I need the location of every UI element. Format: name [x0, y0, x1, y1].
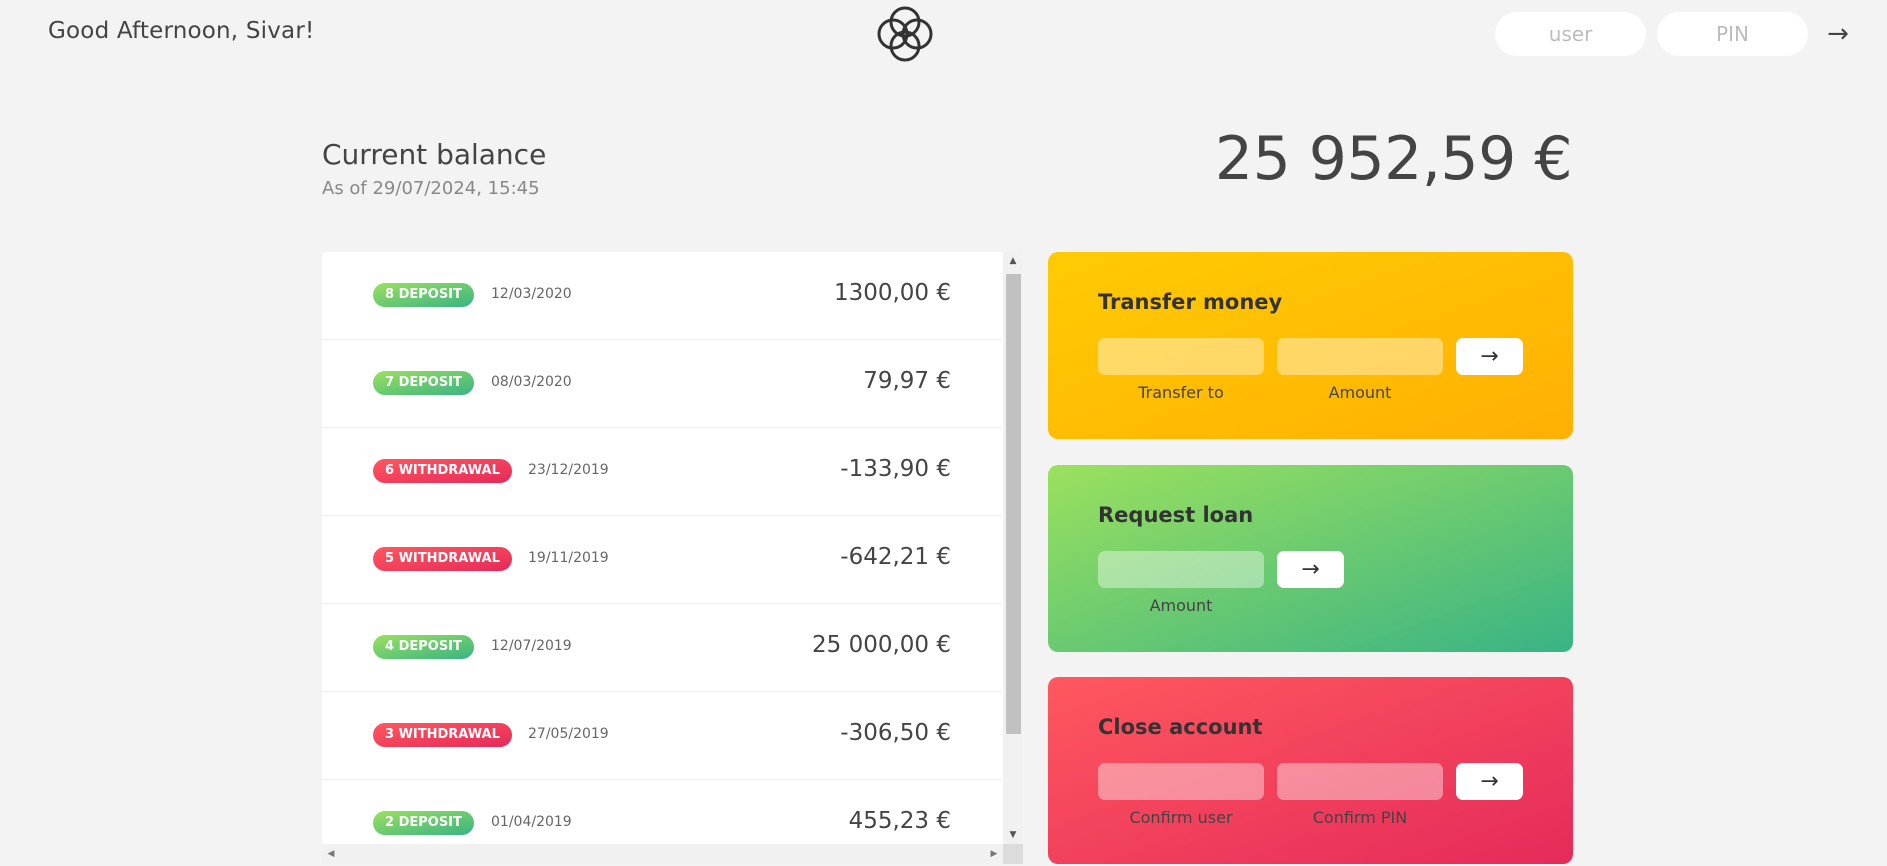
loan-operation: Request loan → Amount	[1048, 465, 1573, 652]
scroll-up-arrow-icon[interactable]: ▲	[1003, 252, 1023, 270]
scroll-left-arrow-icon[interactable]: ◀	[322, 844, 340, 864]
movements-scroll-area[interactable]: 8 DEPOSIT 12/03/2020 1300,00 € 7 DEPOSIT 08/…	[322, 252, 1002, 845]
movement-row: 7 DEPOSIT 08/03/2020 79,97 €	[322, 340, 1002, 428]
transfer-amount-input[interactable]	[1277, 338, 1443, 375]
top-nav: Good Afternoon, Sivar! →	[0, 0, 1887, 70]
movement-row: 6 WITHDRAWAL 23/12/2019 -133,90 €	[322, 428, 1002, 516]
movement-date: 12/03/2020	[491, 286, 572, 302]
close-account-operation: Close account → Confirm user Confirm PIN	[1048, 677, 1573, 864]
close-submit-button[interactable]: →	[1456, 763, 1523, 800]
movement-value: 79,97 €	[863, 368, 951, 394]
movement-type-badge: 7 DEPOSIT	[373, 371, 474, 395]
movements-list[interactable]: 8 DEPOSIT 12/03/2020 1300,00 € 7 DEPOSIT 08/…	[322, 252, 1023, 864]
movement-type-badge: 4 DEPOSIT	[373, 635, 474, 659]
login-button[interactable]: →	[1818, 14, 1858, 54]
movement-date: 27/05/2019	[528, 726, 609, 742]
transfer-title: Transfer money	[1098, 290, 1283, 314]
movement-type-badge: 6 WITHDRAWAL	[373, 459, 512, 483]
login-user-input[interactable]	[1495, 12, 1646, 56]
movement-row: 4 DEPOSIT 12/07/2019 25 000,00 €	[322, 604, 1002, 692]
scrollbar-corner	[1003, 844, 1023, 864]
logo-icon	[877, 6, 933, 62]
close-account-title: Close account	[1098, 715, 1263, 739]
scroll-right-arrow-icon[interactable]: ▶	[985, 844, 1003, 864]
vertical-scroll-thumb[interactable]	[1006, 274, 1021, 734]
movement-row: 8 DEPOSIT 12/03/2020 1300,00 €	[322, 252, 1002, 340]
movement-type-badge: 2 DEPOSIT	[373, 811, 474, 835]
close-user-label: Confirm user	[1129, 808, 1233, 827]
loan-title: Request loan	[1098, 503, 1254, 527]
movement-type-badge: 3 WITHDRAWAL	[373, 723, 512, 747]
movement-value: 455,23 €	[848, 808, 951, 834]
movement-value: 1300,00 €	[833, 280, 951, 306]
movement-type-badge: 5 WITHDRAWAL	[373, 547, 512, 571]
loan-amount-input[interactable]	[1098, 551, 1264, 588]
close-pin-label: Confirm PIN	[1312, 808, 1408, 827]
movement-value: -642,21 €	[840, 544, 951, 570]
movement-date: 12/07/2019	[491, 638, 572, 654]
close-pin-input[interactable]	[1277, 763, 1443, 800]
movement-row: 5 WITHDRAWAL 19/11/2019 -642,21 €	[322, 516, 1002, 604]
transfer-to-label: Transfer to	[1138, 383, 1224, 402]
movement-value: -133,90 €	[840, 456, 951, 482]
horizontal-scrollbar[interactable]: ◀ ▶	[322, 844, 1003, 864]
transfer-operation: Transfer money → Transfer to Amount	[1048, 252, 1573, 439]
balance-date: As of 29/07/2024, 15:45	[322, 178, 540, 199]
welcome-message: Good Afternoon, Sivar!	[48, 18, 315, 44]
movement-date: 19/11/2019	[528, 550, 609, 566]
balance-label: Current balance	[322, 138, 547, 171]
movement-value: 25 000,00 €	[812, 632, 951, 658]
balance-value: 25 952,59 €	[1214, 124, 1573, 194]
transfer-to-input[interactable]	[1098, 338, 1264, 375]
transfer-submit-button[interactable]: →	[1456, 338, 1523, 375]
scroll-down-arrow-icon[interactable]: ▼	[1003, 826, 1023, 844]
movement-row: 3 WITHDRAWAL 27/05/2019 -306,50 €	[322, 692, 1002, 780]
movement-date: 01/04/2019	[491, 814, 572, 830]
movement-date: 08/03/2020	[491, 374, 572, 390]
loan-submit-button[interactable]: →	[1277, 551, 1344, 588]
movement-value: -306,50 €	[840, 720, 951, 746]
transfer-amount-label: Amount	[1328, 383, 1392, 402]
loan-amount-label: Amount	[1149, 596, 1213, 615]
movement-date: 23/12/2019	[528, 462, 609, 478]
login-pin-input[interactable]	[1657, 12, 1808, 56]
close-user-input[interactable]	[1098, 763, 1264, 800]
movement-row: 2 DEPOSIT 01/04/2019 455,23 €	[322, 780, 1002, 845]
movement-type-badge: 8 DEPOSIT	[373, 283, 474, 307]
vertical-scrollbar[interactable]: ▲ ▼	[1003, 252, 1023, 844]
